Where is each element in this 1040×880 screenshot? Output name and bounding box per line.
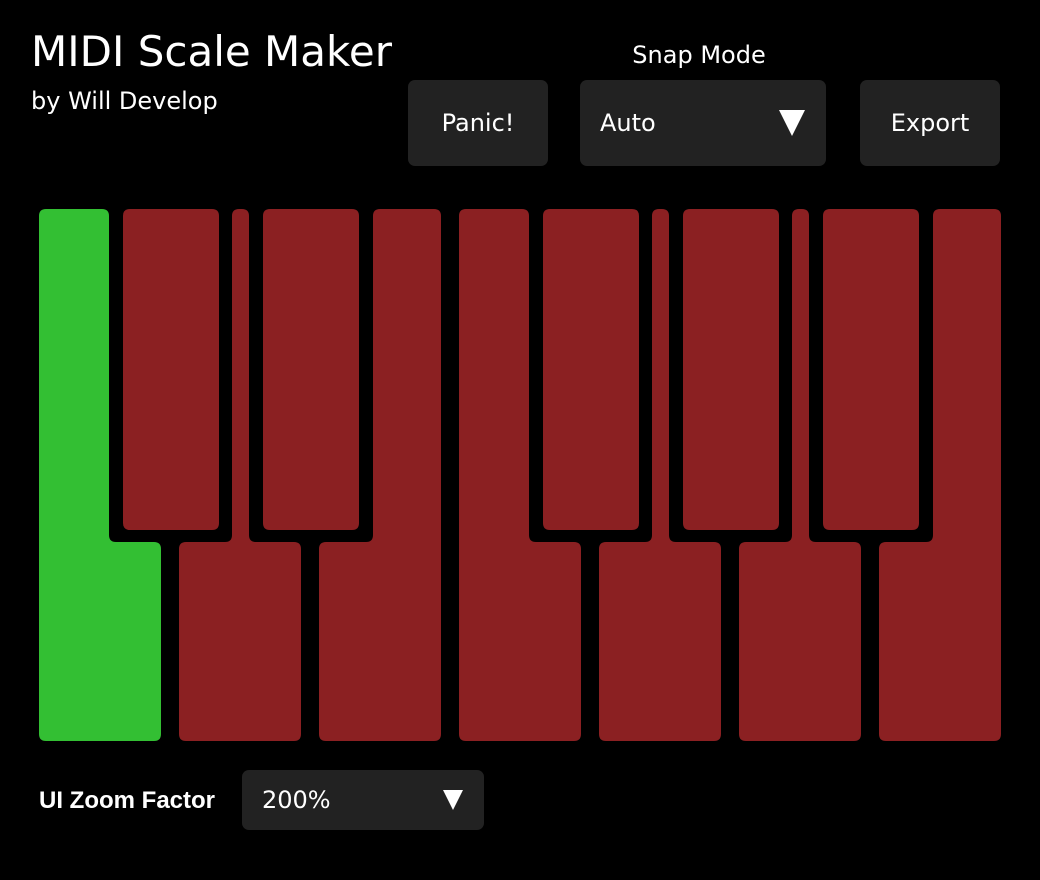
- piano-key-f-sharp-shape[interactable]: [543, 209, 639, 530]
- app-subtitle: by Will Develop: [31, 87, 218, 115]
- zoom-factor-label: UI Zoom Factor: [39, 787, 216, 814]
- export-button[interactable]: Export: [860, 80, 1000, 166]
- piano-key-a-sharp-shape[interactable]: [823, 209, 919, 530]
- panic-button[interactable]: Panic!: [408, 80, 548, 166]
- snap-mode-label: Snap Mode: [632, 41, 766, 69]
- snap-mode-dropdown[interactable]: Auto: [580, 80, 826, 166]
- snap-mode-value: Auto: [600, 109, 656, 137]
- zoom-factor-dropdown[interactable]: 200%: [242, 770, 484, 830]
- chevron-down-icon: [779, 110, 805, 136]
- piano-key-c-sharp-shape[interactable]: [123, 209, 219, 530]
- chevron-down-icon: [443, 790, 463, 810]
- app-title: MIDI Scale Maker: [31, 27, 392, 76]
- piano-key-d-sharp-shape[interactable]: [263, 209, 359, 530]
- piano-key-g-sharp-shape[interactable]: [683, 209, 779, 530]
- zoom-factor-value: 200%: [262, 786, 331, 814]
